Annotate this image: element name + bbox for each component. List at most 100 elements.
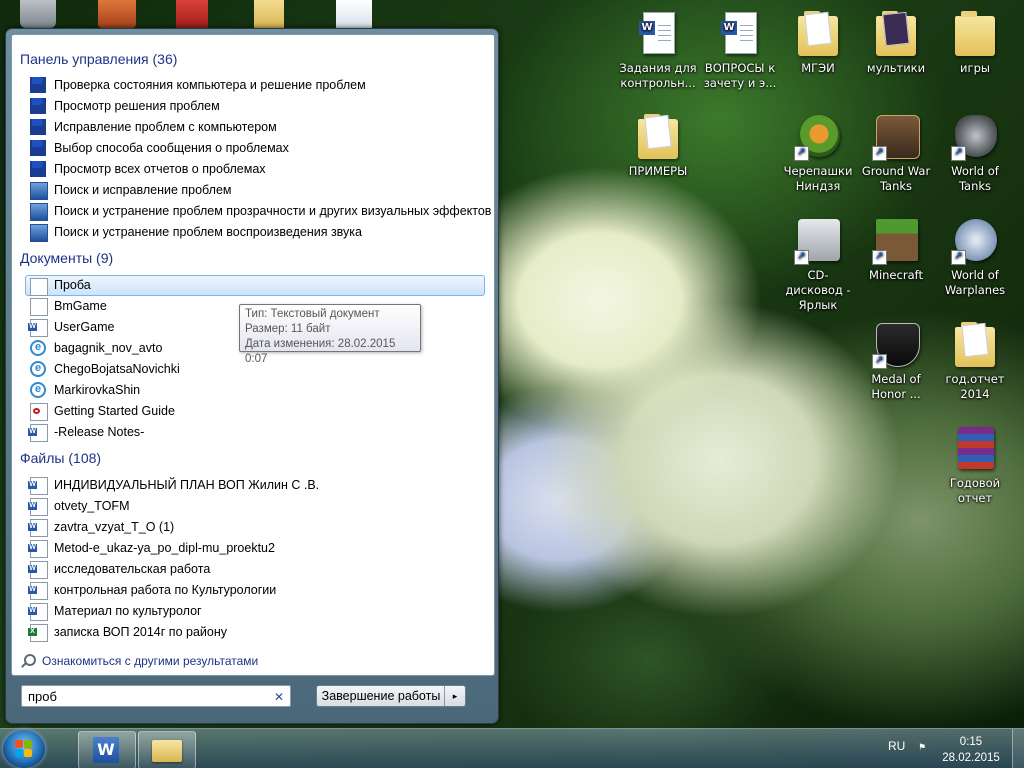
result-item[interactable]: e ChegoBojatsaNovichki	[26, 359, 180, 379]
ie-icon: e	[30, 361, 46, 377]
text-document-icon	[30, 278, 48, 296]
start-button[interactable]	[3, 730, 45, 768]
see-more-results-link[interactable]: Ознакомиться с другими результатами	[22, 653, 258, 669]
result-item[interactable]: e bagagnik_nov_avto	[26, 338, 162, 358]
result-item[interactable]: otvety_TOFM	[26, 496, 129, 516]
desktop-icon-cd-drive[interactable]: ↗ CD-дисковод - Ярлык	[779, 217, 857, 313]
result-item[interactable]: Материал по культуролог	[26, 601, 202, 621]
shortcut-arrow-icon: ↗	[872, 354, 887, 369]
shutdown-label: Завершение работы	[321, 689, 441, 703]
language-indicator[interactable]: RU	[888, 739, 905, 753]
folder-icon	[798, 11, 838, 56]
word-document-icon	[28, 561, 48, 579]
desktop-icon-zadaniya[interactable]: W Задания для контрольн...	[619, 10, 697, 91]
result-item[interactable]: Исправление проблем с компьютером	[26, 117, 277, 137]
result-item[interactable]: Поиск и устранение проблем прозрачности …	[26, 201, 491, 221]
tooltip-modified: Дата изменения: 28.02.2015 0:07	[245, 338, 396, 365]
desktop-icon-label: Medal of Honor ...	[871, 372, 921, 401]
folder-icon	[876, 11, 916, 56]
word-document-icon	[28, 477, 48, 495]
troubleshoot-icon	[30, 182, 48, 200]
group-header-documents[interactable]: Документы (9)	[20, 250, 113, 266]
group-header-control-panel[interactable]: Панель управления (36)	[20, 51, 177, 67]
result-item[interactable]: Metod-e_ukaz-ya_po_dipl-mu_proektu2	[26, 538, 275, 558]
explorer-taskbar-button[interactable]	[138, 731, 196, 768]
result-item[interactable]: записка ВОП 2014г по району	[26, 622, 227, 642]
search-icon	[24, 654, 36, 666]
result-item-selected[interactable]: Проба	[25, 275, 485, 296]
result-item[interactable]: Поиск и устранение проблем воспроизведен…	[26, 222, 362, 242]
desktop-icon-label: CD-дисковод - Ярлык	[785, 268, 851, 312]
result-item[interactable]: zavtra_vzyat_T_O (1)	[26, 517, 174, 537]
partial-folder-icon[interactable]	[254, 0, 284, 28]
word-document-icon	[28, 540, 48, 558]
desktop-icon-label: Годовой отчет	[949, 476, 1001, 505]
word-taskbar-button[interactable]: W	[78, 731, 136, 768]
desktop-icon-minecraft[interactable]: ↗ Minecraft	[857, 217, 935, 283]
result-item[interactable]: Выбор способа сообщения о проблемах	[26, 138, 289, 158]
folder-icon	[638, 114, 678, 159]
result-item[interactable]: исследовательская работа	[26, 559, 210, 579]
result-item[interactable]: BmGame	[26, 296, 107, 316]
partial-word-document-icon[interactable]	[336, 0, 372, 28]
result-item[interactable]: -Release Notes-	[26, 422, 144, 442]
result-item[interactable]: Getting Started Guide	[26, 401, 175, 421]
shutdown-options-arrow-icon[interactable]: ▸	[444, 686, 465, 706]
folder-icon	[955, 322, 995, 367]
word-document-icon: W	[721, 12, 757, 54]
flag-icon	[30, 140, 46, 156]
word-icon: W	[93, 737, 119, 763]
tooltip-size: Размер: 11 байт	[245, 323, 331, 335]
desktop-icon-primery[interactable]: ПРИМЕРЫ	[619, 113, 697, 179]
folder-icon	[955, 11, 995, 56]
word-document-icon	[28, 424, 48, 442]
desktop-icon-godovoy-otchet[interactable]: Годовой отчет	[936, 425, 1014, 506]
search-input[interactable]: проб ✕	[21, 685, 291, 707]
partial-app-icon[interactable]	[176, 0, 208, 28]
desktop-icon-label: Задания для контрольн...	[619, 61, 697, 90]
shortcut-arrow-icon: ↗	[872, 146, 887, 161]
file-info-tooltip: Тип: Текстовый документ Размер: 11 байт …	[239, 304, 421, 365]
desktop-icon-voprosy[interactable]: W ВОПРОСЫ к зачету и э...	[701, 10, 779, 91]
desktop-icon-multiki[interactable]: мультики	[857, 10, 935, 76]
desktop-icon-medal-of-honor[interactable]: ↗ Medal of Honor ...	[857, 321, 935, 402]
result-item[interactable]: Просмотр решения проблем	[26, 96, 220, 116]
ie-icon: e	[30, 340, 46, 356]
desktop-icon-label: World of Warplanes	[944, 268, 1006, 297]
shortcut-arrow-icon: ↗	[951, 146, 966, 161]
pdf-icon	[30, 403, 48, 421]
desktop-icon-label: World of Tanks	[951, 164, 999, 193]
desktop-icon-cherepashki[interactable]: ↗ Черепашки Ниндзя	[779, 113, 857, 194]
taskbar: W RU ⚑ 0:15 28.02.2015	[0, 728, 1024, 768]
clock-time: 0:15	[959, 736, 983, 748]
clear-icon[interactable]: ✕	[274, 686, 284, 708]
ie-icon: e	[30, 382, 46, 398]
result-item[interactable]: UserGame	[26, 317, 114, 337]
desktop-icon-mgei[interactable]: МГЭИ	[779, 10, 857, 76]
result-item[interactable]: контрольная работа по Культурологии	[26, 580, 276, 600]
partial-app-icon[interactable]	[98, 0, 136, 28]
desktop-icon-label: Черепашки Ниндзя	[783, 164, 853, 193]
start-menu: Панель управления (36) Проверка состояни…	[5, 28, 499, 724]
word-document-icon	[28, 498, 48, 516]
result-item[interactable]: e MarkirovkaShin	[26, 380, 140, 400]
show-desktop-button[interactable]	[1012, 729, 1024, 768]
word-document-icon	[28, 319, 48, 337]
desktop-icon-world-of-tanks[interactable]: ↗ World of Tanks	[936, 113, 1014, 194]
word-document-icon	[28, 519, 48, 537]
recycle-bin-icon[interactable]	[20, 0, 56, 28]
desktop-icon-igry[interactable]: игры	[936, 10, 1014, 76]
shutdown-button[interactable]: Завершение работы ▸	[316, 685, 466, 707]
result-item[interactable]: Проверка состояния компьютера и решение …	[26, 75, 366, 95]
desktop-icon-ground-war-tanks[interactable]: ↗ Ground War Tanks	[857, 113, 935, 194]
result-item[interactable]: Просмотр всех отчетов о проблемах	[26, 159, 266, 179]
desktop-icon-world-of-warplanes[interactable]: ↗ World of Warplanes	[936, 217, 1014, 298]
group-header-files[interactable]: Файлы (108)	[20, 450, 101, 466]
desktop-icon-label: ПРИМЕРЫ	[628, 164, 688, 178]
result-item[interactable]: Поиск и исправление проблем	[26, 180, 232, 200]
action-center-flag-icon[interactable]: ⚑	[918, 743, 930, 753]
desktop-icon-god-otchet[interactable]: год.отчет 2014	[936, 321, 1014, 402]
result-item[interactable]: ИНДИВИДУАЛЬНЫЙ ПЛАН ВОП Жилин С .В.	[26, 475, 319, 495]
clock[interactable]: 0:15 28.02.2015	[938, 734, 1004, 766]
desktop-icon-label: мультики	[866, 61, 926, 75]
